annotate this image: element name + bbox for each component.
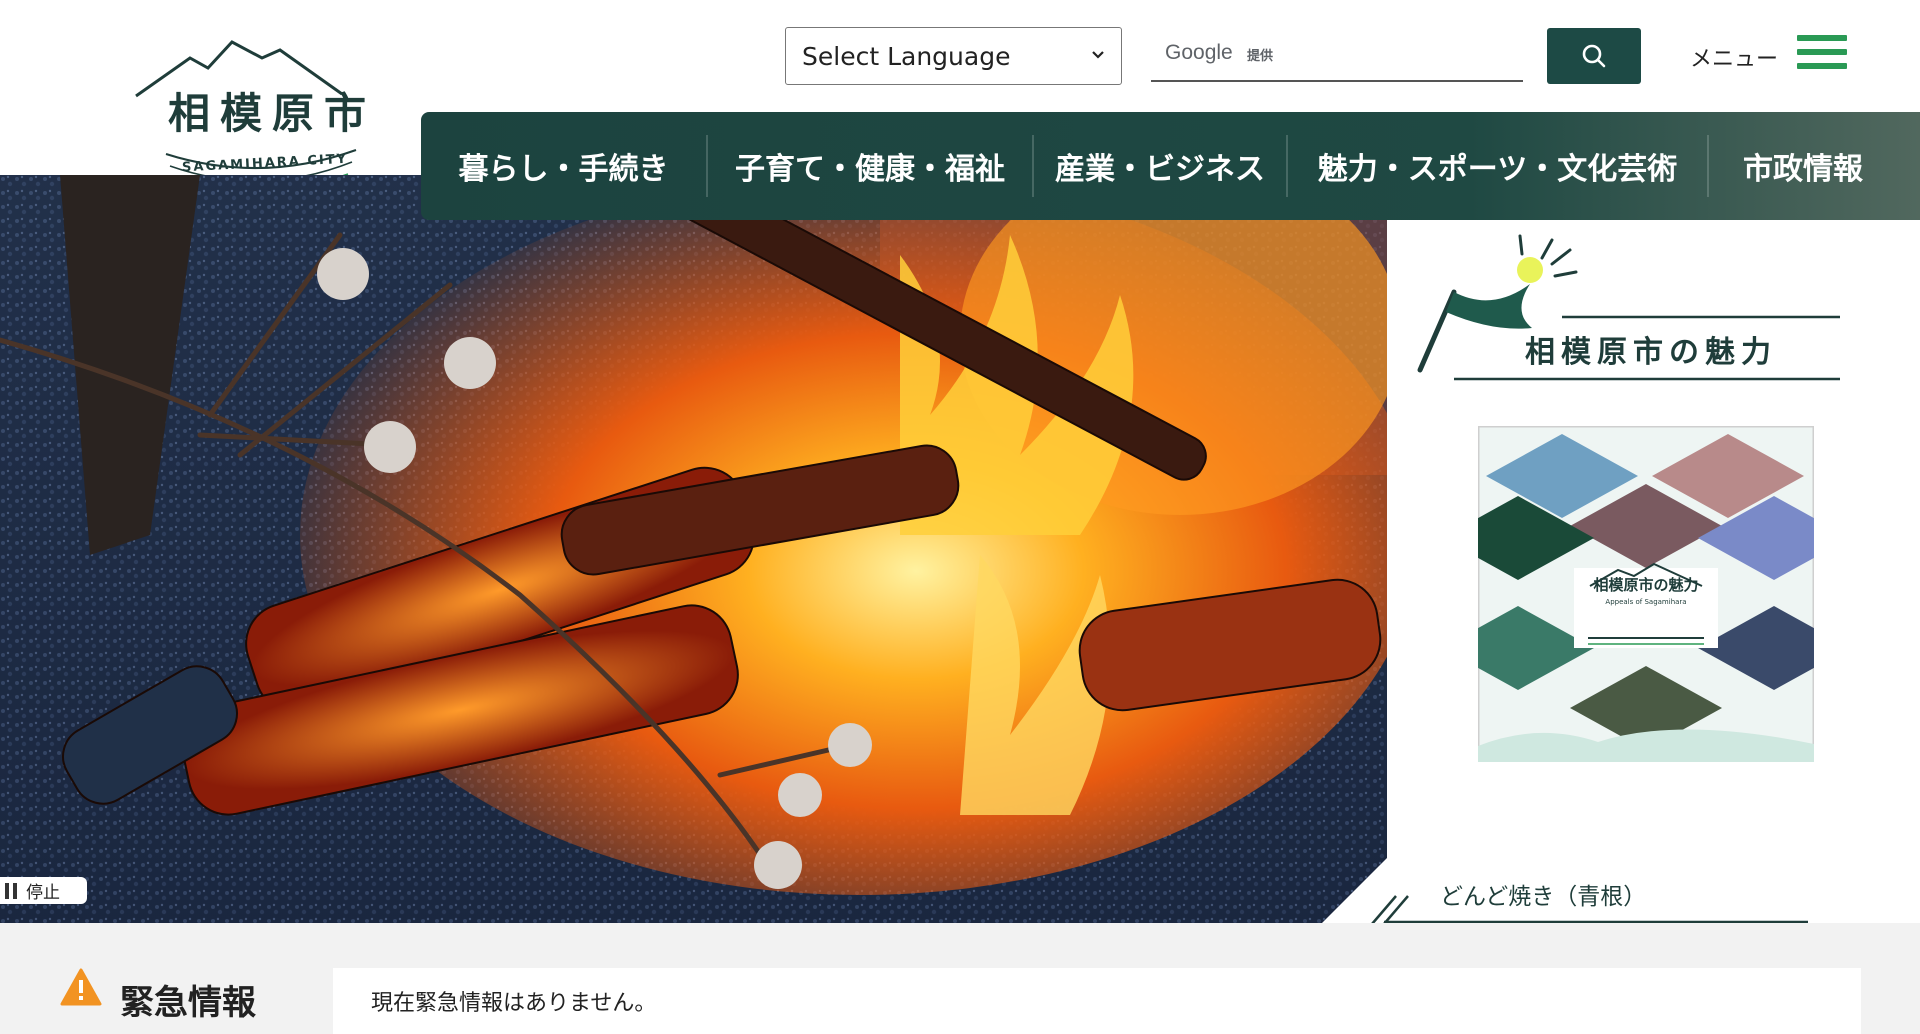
hamburger-menu-icon[interactable] [1797,35,1847,75]
miryoku-banner[interactable]: 相模原市の魅力 Appeals of Sagamihara [1442,424,1850,764]
nav-item-kosodate[interactable]: 子育て・健康・福祉 [708,135,1034,197]
emergency-message: 現在緊急情報はありません。 [371,991,657,1016]
google-logo: Google [1165,41,1233,64]
search-button[interactable] [1547,28,1641,84]
pause-label: 停止 [26,883,60,903]
chevron-down-icon [1092,51,1104,59]
nav-item-kurashi[interactable]: 暮らし・手続き [421,135,708,197]
emergency-title: 緊急情報 [120,983,256,1023]
language-select-value: Select Language [802,41,1011,71]
pause-icon [4,882,18,899]
thumb-title: 相模原市の魅力 [1593,576,1699,594]
page: 相模原市 SAGAMIHARA CITY Select Language Goo… [0,0,1920,1034]
thumb-subtitle: Appeals of Sagamihara [1605,598,1687,606]
miryoku-title[interactable]: 相模原市の魅力 [1525,327,1777,371]
search-input[interactable]: Google 提供 [1151,28,1523,82]
language-select[interactable]: Select Language [785,27,1122,85]
logo-kanji: 相模原市 [168,89,377,138]
warning-icon [60,968,102,1006]
global-nav: 暮らし・手続き 子育て・健康・福祉 産業・ビジネス 魅力・スポーツ・文化芸術 市… [421,112,1920,220]
emergency-message-box: 現在緊急情報はありません。 [333,968,1861,1034]
slideshow-pause-button[interactable]: 停止 [0,877,87,904]
nav-item-miryoku[interactable]: 魅力・スポーツ・文化芸術 [1288,135,1709,197]
hero-caption: どんど焼き（青根） [1440,884,1647,910]
bonfire-photo [0,175,1387,923]
search-icon [1582,44,1606,68]
menu-label[interactable]: メニュー [1690,41,1778,73]
nav-item-shisei[interactable]: 市政情報 [1709,135,1897,197]
nav-item-sangyo[interactable]: 産業・ビジネス [1034,135,1288,197]
search-provider-suffix: 提供 [1247,49,1274,64]
hero-slideshow [0,175,1387,923]
